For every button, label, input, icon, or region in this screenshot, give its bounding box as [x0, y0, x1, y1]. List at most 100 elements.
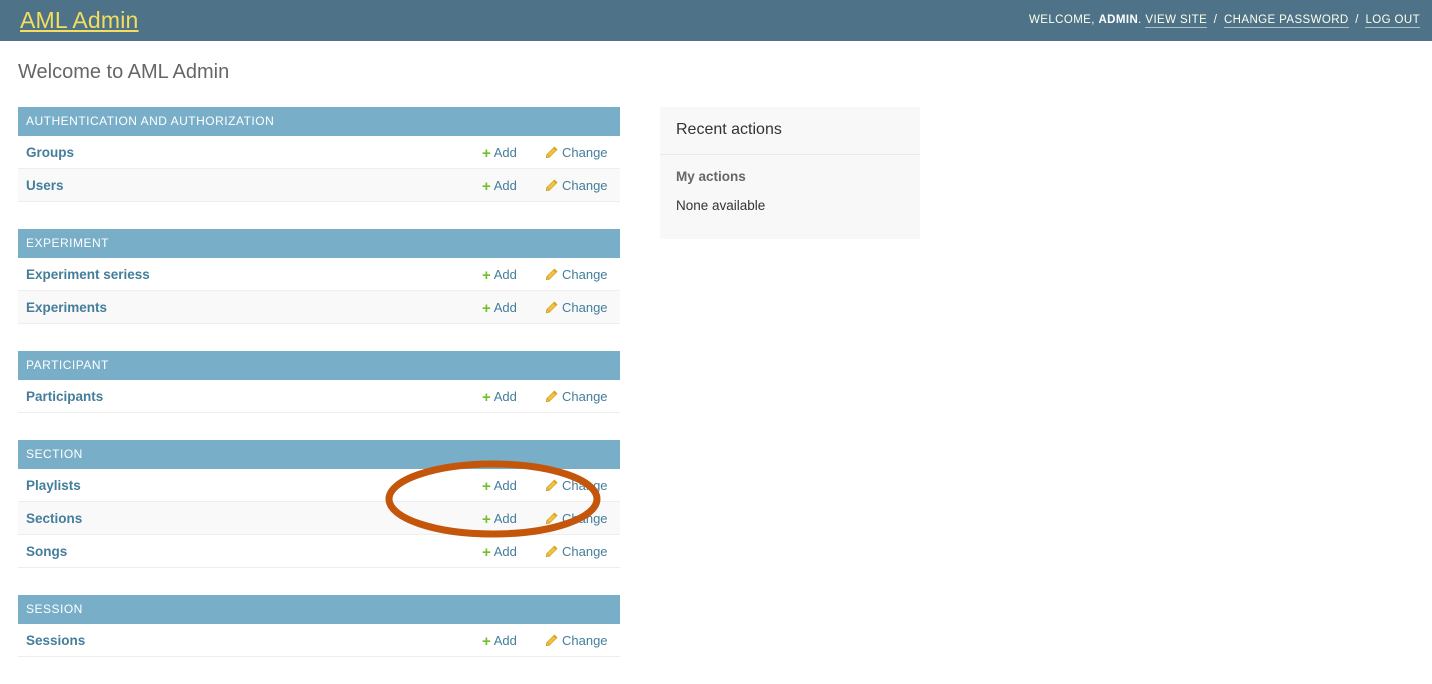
model-row: Playlists + Add Change: [18, 469, 620, 502]
model-row: Groups + Add Change: [18, 136, 620, 169]
welcome-text: WELCOME,: [1029, 14, 1095, 26]
admin-header: AML Admin WELCOME, ADMIN. VIEW SITE / CH…: [0, 0, 1432, 41]
username-label: ADMIN: [1098, 14, 1139, 26]
add-label: Add: [493, 267, 517, 282]
change-label: Change: [562, 300, 608, 315]
model-link[interactable]: Groups: [26, 145, 74, 160]
app-module: SESSION Sessions + Add Change: [18, 595, 620, 657]
plus-icon: +: [482, 267, 491, 284]
pencil-icon: [545, 382, 558, 403]
model-row: Sections + Add Change: [18, 502, 620, 535]
pencil-icon: [545, 537, 558, 558]
view-site-link[interactable]: VIEW SITE: [1145, 14, 1208, 28]
log-out-link[interactable]: LOG OUT: [1365, 14, 1420, 28]
add-cell: + Add: [482, 169, 554, 202]
add-link[interactable]: + Add: [482, 178, 517, 195]
pencil-icon: [545, 260, 558, 281]
change-link[interactable]: Change: [545, 511, 608, 526]
pencil-icon: [545, 171, 558, 192]
add-label: Add: [493, 478, 517, 493]
change-label: Change: [562, 478, 608, 493]
recent-actions-body: My actions None available: [660, 155, 920, 239]
change-cell: Change: [545, 136, 625, 169]
change-link[interactable]: Change: [545, 300, 608, 315]
add-cell: + Add: [482, 136, 554, 169]
pencil-icon: [545, 504, 558, 525]
change-cell: Change: [545, 535, 625, 568]
add-link[interactable]: + Add: [482, 544, 517, 560]
app-module-caption: AUTHENTICATION AND AUTHORIZATION: [18, 107, 620, 136]
add-label: Add: [493, 300, 517, 315]
model-link[interactable]: Participants: [26, 389, 103, 404]
add-cell: + Add: [482, 291, 554, 324]
change-label: Change: [562, 389, 608, 404]
plus-icon: +: [482, 178, 491, 195]
app-module-caption: PARTICIPANT: [18, 351, 620, 380]
change-link[interactable]: Change: [545, 544, 608, 559]
add-link[interactable]: + Add: [482, 267, 517, 284]
app-module: EXPERIMENT Experiment seriess + Add Change Ex…: [18, 229, 620, 324]
change-link[interactable]: Change: [545, 633, 608, 648]
model-link[interactable]: Sessions: [26, 633, 85, 648]
change-cell: Change: [545, 380, 625, 413]
plus-icon: +: [482, 300, 491, 317]
add-label: Add: [493, 544, 517, 559]
model-name-cell: Experiments: [26, 291, 107, 324]
app-module-caption: EXPERIMENT: [18, 229, 620, 258]
change-link[interactable]: Change: [545, 389, 608, 404]
add-cell: + Add: [482, 535, 554, 568]
model-link[interactable]: Experiment seriess: [26, 267, 150, 282]
add-cell: + Add: [482, 469, 554, 502]
app-module-caption: SESSION: [18, 595, 620, 624]
add-cell: + Add: [482, 258, 554, 291]
change-cell: Change: [545, 291, 625, 324]
recent-actions-title: Recent actions: [676, 121, 782, 138]
add-link[interactable]: + Add: [482, 145, 517, 162]
model-row: Participants + Add Change: [18, 380, 620, 413]
add-label: Add: [493, 511, 517, 526]
no-actions-text: None available: [676, 198, 766, 213]
change-label: Change: [562, 267, 608, 282]
model-link[interactable]: Users: [26, 178, 64, 193]
change-link[interactable]: Change: [545, 478, 608, 493]
model-link[interactable]: Songs: [26, 544, 67, 559]
content-area: Welcome to AML Admin AUTHENTICATION AND …: [0, 41, 1432, 682]
branding: AML Admin: [20, 0, 139, 41]
plus-icon: +: [482, 145, 491, 162]
link-separator-2: /: [1355, 14, 1359, 26]
model-name-cell: Songs: [26, 535, 67, 568]
change-link[interactable]: Change: [545, 267, 608, 282]
change-label: Change: [562, 544, 608, 559]
plus-icon: +: [482, 478, 491, 495]
change-link[interactable]: Change: [545, 178, 608, 193]
model-name-cell: Groups: [26, 136, 74, 169]
add-link[interactable]: + Add: [482, 478, 517, 495]
change-cell: Change: [545, 469, 625, 502]
change-label: Change: [562, 178, 608, 193]
add-cell: + Add: [482, 380, 554, 413]
app-module: PARTICIPANT Participants + Add Change: [18, 351, 620, 413]
change-label: Change: [562, 511, 608, 526]
model-row: Experiment seriess + Add Change: [18, 258, 620, 291]
site-name-link[interactable]: AML Admin: [20, 7, 139, 33]
change-password-link[interactable]: CHANGE PASSWORD: [1223, 14, 1349, 28]
add-link[interactable]: + Add: [482, 633, 517, 649]
change-cell: Change: [545, 258, 625, 291]
model-link[interactable]: Experiments: [26, 300, 107, 315]
add-link[interactable]: + Add: [482, 511, 517, 528]
add-link[interactable]: + Add: [482, 300, 517, 317]
change-label: Change: [562, 145, 608, 160]
plus-icon: +: [482, 389, 491, 406]
plus-icon: +: [482, 511, 491, 528]
model-name-cell: Participants: [26, 380, 103, 413]
welcome-period: .: [1138, 14, 1142, 26]
change-link[interactable]: Change: [545, 145, 608, 160]
model-link[interactable]: Playlists: [26, 478, 81, 493]
page-title: Welcome to AML Admin: [18, 61, 230, 83]
model-link[interactable]: Sections: [26, 511, 82, 526]
add-cell: + Add: [482, 502, 554, 535]
add-link[interactable]: + Add: [482, 389, 517, 406]
pencil-icon: [545, 293, 558, 314]
change-cell: Change: [545, 502, 625, 535]
pencil-icon: [545, 626, 558, 647]
